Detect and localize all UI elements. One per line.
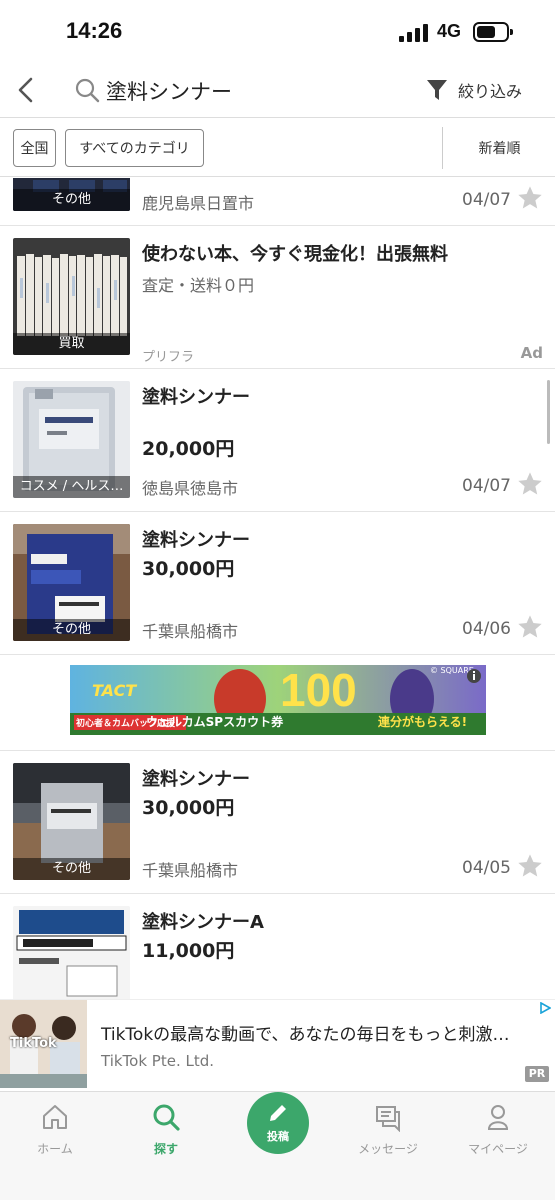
status-time: 14:26 — [66, 18, 123, 43]
item-date: 04/07 — [462, 190, 511, 210]
item-price: 30,000円 — [142, 797, 235, 819]
item-date: 04/07 — [462, 476, 511, 496]
item-price: 20,000円 — [142, 438, 235, 460]
ad-item[interactable]: 買取 使わない本、今すぐ現金化！出張無料 査定・送料０円 プリフラ Ad — [0, 226, 555, 369]
nav-message-label: メッセージ — [358, 1142, 418, 1156]
search-header: 塗料シンナー 絞り込み — [0, 62, 555, 118]
post-button-label: 投稿 — [267, 1130, 289, 1143]
item-location: 鹿児島県日置市 — [142, 194, 255, 213]
item-category: その他 — [13, 189, 130, 211]
ad-image: TikTok — [0, 1000, 87, 1088]
favorite-star-icon[interactable] — [516, 613, 544, 641]
item-title: 塗料シンナー — [142, 769, 250, 790]
item-thumbnail: その他 — [13, 524, 130, 641]
banner-scout: ウェルカムSPスカウト券 — [146, 715, 284, 729]
filter-button[interactable]: 絞り込み — [426, 76, 522, 104]
item-thumbnail: その他 — [13, 763, 130, 880]
item-price: 30,000円 — [142, 558, 235, 580]
nav-mypage[interactable]: マイページ — [448, 1102, 548, 1157]
list-item[interactable]: 塗料シンナーA 11,000円 — [0, 894, 555, 1004]
banner-brand: TACT — [92, 681, 137, 700]
item-title: 塗料シンナーA — [142, 912, 264, 933]
status-bar: 14:26 4G — [0, 0, 555, 62]
item-date: 04/06 — [462, 619, 511, 639]
filter-label: 絞り込み — [458, 82, 523, 101]
ad-title: TikTokの最高な動画で、あなたの毎日をもっと刺激… — [101, 1025, 510, 1045]
nav-home-label: ホーム — [37, 1142, 73, 1156]
item-category: その他 — [13, 858, 130, 880]
tiktok-logo: TikTok — [10, 1036, 57, 1051]
list-item[interactable]: その他 鹿児島県日置市 04/07 — [0, 178, 555, 226]
favorite-star-icon[interactable] — [516, 470, 544, 498]
item-price: 11,000円 — [142, 940, 235, 962]
list-item[interactable]: その他 塗料シンナー 30,000円 千葉県船橋市 04/05 — [0, 751, 555, 894]
list-item[interactable]: コスメ / ヘルス… 塗料シンナー 20,000円 徳島県徳島市 04/07 — [0, 369, 555, 512]
item-location: 徳島県徳島市 — [142, 479, 239, 498]
signal-icon — [399, 24, 429, 42]
filter-chips: 全国 すべてのカテゴリ 新着順 — [0, 119, 555, 177]
person-icon — [487, 1105, 509, 1130]
tiktok-ad[interactable]: TikTok TikTokの最高な動画で、あなたの毎日をもっと刺激… TikTo… — [0, 999, 555, 1088]
region-chip[interactable]: 全国 — [13, 129, 56, 167]
battery-icon — [473, 22, 513, 42]
banner-sub: 連分がもらえる! — [378, 715, 468, 729]
item-title: 塗料シンナー — [142, 530, 250, 551]
search-input[interactable]: 塗料シンナー — [106, 76, 232, 106]
item-thumbnail: 買取 — [13, 238, 130, 355]
item-thumbnail: その他 — [13, 178, 130, 211]
divider — [442, 127, 443, 169]
nav-mypage-label: マイページ — [468, 1142, 528, 1156]
search-nav-icon — [153, 1104, 180, 1131]
ad-badge: Ad — [520, 344, 543, 362]
item-title: 塗料シンナー — [142, 387, 250, 408]
pr-badge: PR — [525, 1066, 549, 1082]
item-location: 千葉県船橋市 — [142, 861, 239, 880]
ad-advertiser: TikTok Pte. Ltd. — [101, 1052, 215, 1070]
category-chip[interactable]: すべてのカテゴリ — [65, 129, 204, 167]
home-icon — [43, 1105, 67, 1129]
back-icon[interactable] — [12, 74, 42, 106]
nav-message[interactable]: メッセージ — [338, 1102, 438, 1157]
favorite-star-icon[interactable] — [516, 184, 544, 212]
item-location: 千葉県船橋市 — [142, 622, 239, 641]
nav-home[interactable]: ホーム — [5, 1102, 105, 1157]
game-banner-ad[interactable]: TACT 100 初心者＆カムバック応援！ ウェルカムSPスカウト券 連分がもら… — [0, 655, 555, 751]
scrollbar[interactable] — [547, 380, 550, 444]
item-category: 買取 — [13, 333, 130, 355]
pencil-icon — [270, 1105, 286, 1121]
nav-search[interactable]: 探す — [116, 1102, 216, 1157]
post-button[interactable]: 投稿 — [247, 1092, 309, 1154]
list-item[interactable]: その他 塗料シンナー 30,000円 千葉県船橋市 04/06 — [0, 512, 555, 655]
item-thumbnail — [13, 906, 130, 1004]
favorite-star-icon[interactable] — [516, 852, 544, 880]
search-icon — [75, 78, 100, 103]
item-thumbnail: コスメ / ヘルス… — [13, 381, 130, 498]
bottom-nav: ホーム 探す 投稿 メッセージ マイページ — [0, 1091, 555, 1200]
adchoices-icon[interactable] — [539, 1002, 551, 1014]
item-category: その他 — [13, 619, 130, 641]
banner-headline: 100 — [280, 664, 357, 716]
item-title: 使わない本、今すぐ現金化！出張無料 — [142, 244, 448, 265]
nav-search-label: 探す — [153, 1142, 178, 1156]
info-icon[interactable] — [466, 668, 482, 684]
item-subtitle: 査定・送料０円 — [142, 276, 255, 295]
advertiser-name: プリフラ — [142, 350, 195, 365]
network-type: 4G — [437, 21, 462, 41]
filter-icon — [427, 80, 447, 100]
sort-button[interactable]: 新着順 — [444, 129, 555, 167]
message-icon — [376, 1106, 400, 1133]
item-date: 04/05 — [462, 858, 511, 878]
item-category: コスメ / ヘルス… — [13, 476, 130, 498]
